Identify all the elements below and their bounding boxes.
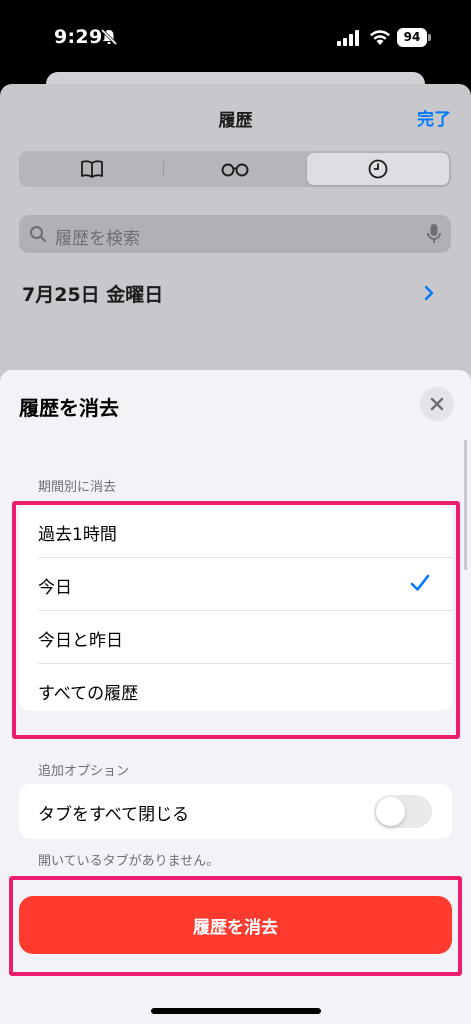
scroll-indicator bbox=[464, 440, 467, 570]
book-icon bbox=[81, 160, 103, 178]
microphone-icon[interactable] bbox=[427, 223, 441, 245]
close-tabs-toggle[interactable] bbox=[374, 795, 432, 828]
close-icon bbox=[430, 397, 444, 411]
cellular-signal-icon bbox=[337, 30, 359, 46]
no-open-tabs-note: 開いているタブがありません。 bbox=[38, 854, 220, 869]
close-button[interactable] bbox=[420, 387, 454, 421]
history-title: 履歴 bbox=[218, 111, 253, 131]
tab-bookmarks[interactable] bbox=[21, 153, 163, 185]
toggle-knob bbox=[376, 797, 405, 826]
search-icon bbox=[30, 226, 47, 243]
tab-reading-list[interactable] bbox=[164, 153, 306, 185]
highlight-clear-button bbox=[9, 876, 462, 976]
tab-history[interactable] bbox=[307, 153, 449, 185]
status-bar: 9:29 94 bbox=[0, 0, 471, 72]
home-indicator bbox=[151, 1008, 321, 1014]
bell-slash-icon bbox=[100, 28, 118, 46]
clock-icon bbox=[368, 159, 388, 179]
battery-level: 94 bbox=[397, 28, 427, 47]
done-button[interactable]: 完了 bbox=[417, 105, 451, 130]
date-heading[interactable]: 7月25日 金曜日 bbox=[22, 280, 163, 307]
history-search-field[interactable]: 履歴を検索 bbox=[19, 215, 451, 253]
glasses-icon bbox=[221, 163, 249, 177]
close-tabs-label: タブをすべて閉じる bbox=[38, 805, 190, 825]
chevron-right-icon[interactable] bbox=[423, 284, 435, 302]
options-section-label: 追加オプション bbox=[38, 764, 130, 779]
status-time: 9:29 bbox=[54, 26, 103, 48]
clear-history-title: 履歴を消去 bbox=[19, 396, 119, 420]
search-placeholder: 履歴を検索 bbox=[55, 229, 140, 249]
highlight-period-options bbox=[12, 501, 460, 739]
segmented-control bbox=[19, 151, 451, 187]
battery-tip bbox=[428, 34, 431, 41]
period-section-label: 期間別に消去 bbox=[38, 480, 117, 495]
additional-options-list: タブをすべて閉じる bbox=[19, 784, 452, 839]
wifi-icon bbox=[370, 30, 390, 45]
